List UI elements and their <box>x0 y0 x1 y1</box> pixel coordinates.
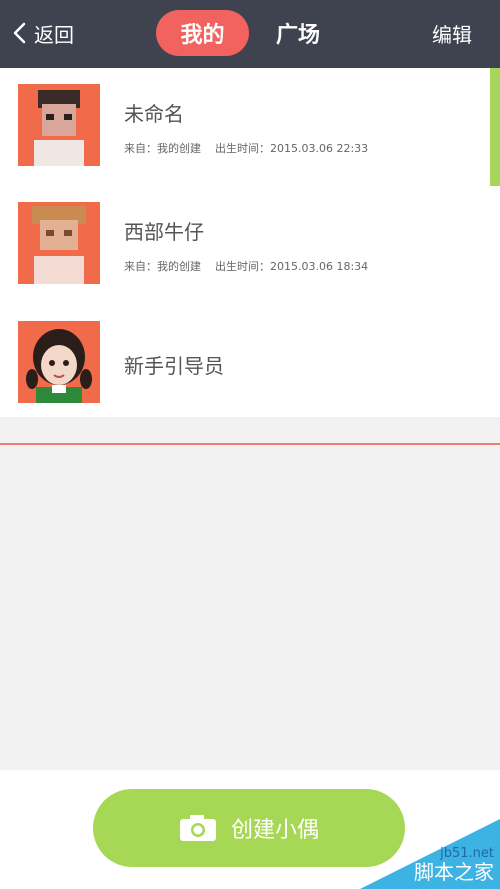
item-birth: 出生时间：2015.03.06 22:33 <box>215 142 369 155</box>
create-label: 创建小偶 <box>230 818 319 843</box>
item-source: 来自：我的创建 <box>124 260 201 273</box>
item-meta: 来自：我的创建 出生时间：2015.03.06 22:33 <box>124 140 368 156</box>
item-birth: 出生时间：2015.03.06 18:34 <box>215 260 369 273</box>
avatar <box>18 84 100 166</box>
list-item[interactable]: 未命名 来自：我的创建 出生时间：2015.03.06 22:33 <box>0 68 500 184</box>
watermark: jb51.net 脚本之家 <box>350 809 500 889</box>
character-list: 未命名 来自：我的创建 出生时间：2015.03.06 22:33 西部牛仔 来… <box>0 68 500 417</box>
chevron-left-icon <box>13 22 26 44</box>
tab-square-label: 广场 <box>275 23 320 48</box>
tab-mine-label: 我的 <box>180 23 225 48</box>
list-item[interactable]: 西部牛仔 来自：我的创建 出生时间：2015.03.06 18:34 <box>0 184 500 300</box>
avatar <box>18 202 100 284</box>
tab-square[interactable]: 广场 <box>268 10 328 56</box>
top-bar: 返回 我的 广场 编辑 <box>0 0 500 68</box>
item-source: 来自：我的创建 <box>124 142 201 155</box>
item-name: 西部牛仔 <box>124 220 204 244</box>
camera-icon <box>179 815 216 841</box>
divider <box>0 443 500 445</box>
scroll-indicator <box>490 68 500 186</box>
edit-button[interactable]: 编辑 <box>432 16 472 50</box>
back-label: 返回 <box>34 22 74 47</box>
back-button[interactable]: 返回 <box>12 16 74 50</box>
tab-mine[interactable]: 我的 <box>156 10 249 56</box>
item-name: 未命名 <box>124 102 184 126</box>
list-item[interactable]: 新手引导员 <box>0 300 500 416</box>
item-name: 新手引导员 <box>124 354 224 378</box>
avatar <box>18 321 100 403</box>
item-meta: 来自：我的创建 出生时间：2015.03.06 18:34 <box>124 258 368 274</box>
watermark-name: 脚本之家 <box>414 860 494 884</box>
edit-label: 编辑 <box>432 22 472 47</box>
